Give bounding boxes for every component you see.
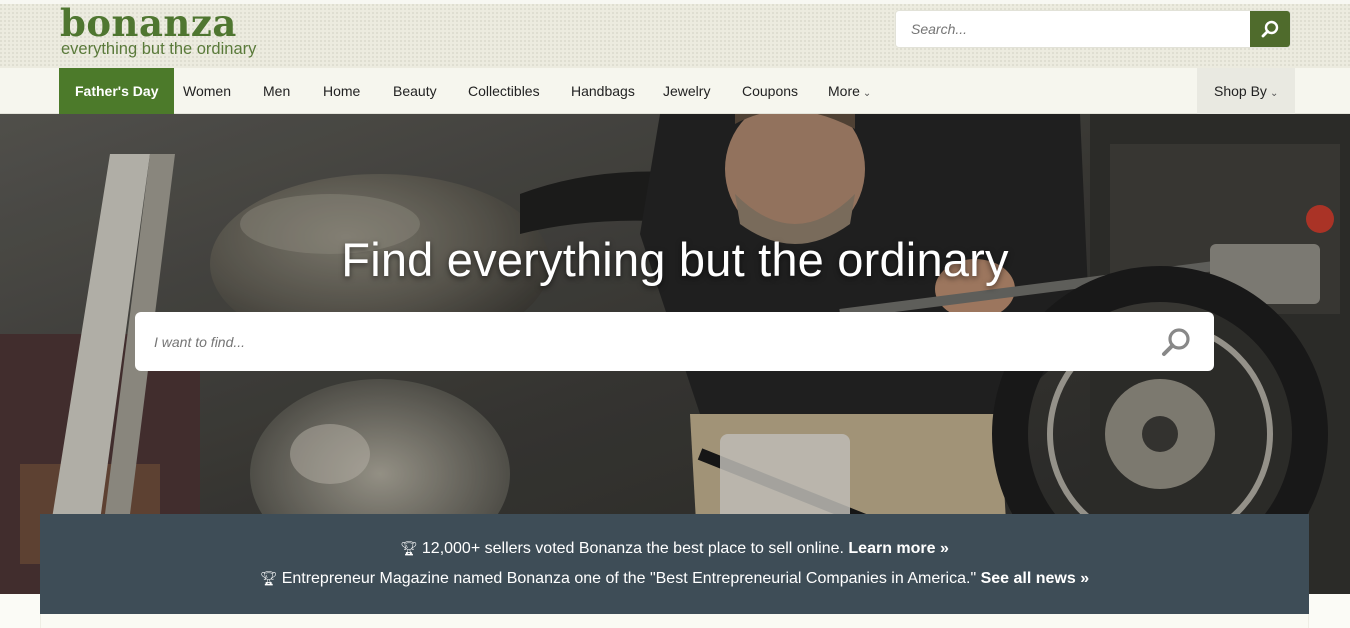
nav-item-coupons[interactable]: Coupons: [742, 68, 798, 114]
hero-title: Find everything but the ordinary: [341, 233, 1009, 286]
see-all-news-link[interactable]: See all news »: [981, 570, 1090, 587]
hero-search-input[interactable]: [135, 312, 1135, 371]
chevron-down-icon: ⌄: [862, 88, 872, 99]
nav-item-jewelry[interactable]: Jewelry: [663, 68, 710, 114]
search-icon[interactable]: [1159, 326, 1193, 358]
chevron-down-icon: ⌄: [1269, 88, 1279, 99]
news-banner: 🏆︎ 12,000+ sellers voted Bonanza the best…: [40, 514, 1309, 614]
content-area-top: [40, 614, 1309, 628]
logo-wordmark: bonanza: [60, 1, 237, 45]
search-icon: [1261, 20, 1279, 38]
header-search-button[interactable]: [1250, 11, 1290, 47]
trophy-icon: 🏆︎: [259, 570, 278, 586]
trophy-icon: 🏆︎: [400, 540, 418, 556]
nav-item-women[interactable]: Women: [183, 68, 231, 114]
nav-item-home[interactable]: Home: [323, 68, 360, 114]
banner-line1-text: 12,000+ sellers voted Bonanza the best p…: [421, 540, 844, 557]
nav-item-more-label: More: [828, 83, 860, 99]
learn-more-link[interactable]: Learn more »: [848, 540, 948, 557]
nav-item-men[interactable]: Men: [263, 68, 290, 114]
category-nav: Father's Day Women Men Home Beauty Colle…: [0, 68, 1350, 114]
nav-item-collectibles[interactable]: Collectibles: [468, 68, 540, 114]
header-search: [895, 10, 1291, 48]
nav-item-more[interactable]: More ⌄: [828, 68, 871, 114]
shop-by-label: Shop By: [1214, 83, 1267, 99]
banner-line-sellers: 🏆︎ 12,000+ sellers voted Bonanza the best…: [40, 538, 1309, 559]
nav-item-fathers-day[interactable]: Father's Day: [59, 68, 175, 114]
nav-item-handbags[interactable]: Handbags: [571, 68, 635, 114]
shop-by-dropdown[interactable]: Shop By ⌄: [1197, 68, 1296, 114]
hero-search: [135, 312, 1214, 371]
banner-line-entrepreneur: 🏆︎ Entrepreneur Magazine named Bonanza on…: [40, 568, 1309, 589]
banner-line2-text: Entrepreneur Magazine named Bonanza one …: [281, 570, 977, 587]
bonanza-logo[interactable]: bonanza everything but the ordinary: [60, 4, 256, 57]
site-header: bonanza everything but the ordinary: [0, 0, 1350, 68]
header-search-input[interactable]: [896, 11, 1250, 47]
nav-item-beauty[interactable]: Beauty: [393, 68, 437, 114]
logo-tagline: everything but the ordinary: [61, 40, 257, 58]
